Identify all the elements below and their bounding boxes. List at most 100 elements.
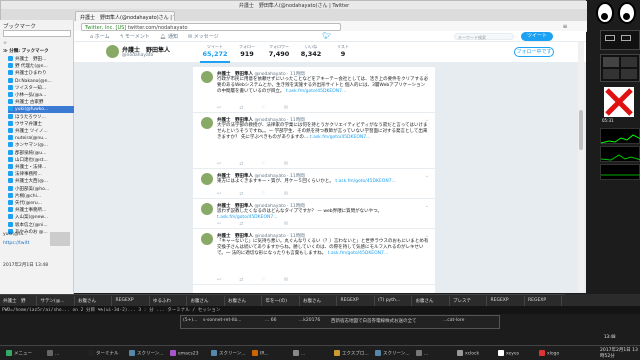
chevron-down-icon[interactable]: ⌄: [425, 117, 429, 123]
bookmark-item[interactable]: 矢代(@eru...: [8, 200, 74, 207]
terminal-tab[interactable]: ... 66: [265, 318, 276, 323]
bookmark-item[interactable]: 郡部泉純(@u...: [8, 149, 74, 157]
tweet[interactable]: 弁護士 野田隼人 @nodahayato · 11時間 思わず説教したくなるのはど…: [193, 199, 435, 229]
chevron-down-icon[interactable]: ⌄: [425, 173, 429, 179]
like-icon[interactable]: ♡: [261, 221, 265, 227]
retweet-icon[interactable]: ⇄: [239, 161, 243, 167]
tweet-button[interactable]: ツイート: [521, 32, 553, 41]
like-icon[interactable]: ♡: [261, 277, 265, 283]
scrollbar[interactable]: [578, 42, 584, 292]
taskbar-item[interactable]: ゆるふわ: [150, 296, 187, 306]
bookmark-item[interactable]: 弁護士大西(@...: [8, 178, 74, 185]
taskbar-item[interactable]: 年を一(の): [263, 296, 300, 306]
bookmark-item[interactable]: 弁護士 野田...: [8, 56, 74, 63]
taskbar-item[interactable]: ...: [45, 349, 85, 358]
taskbar-item[interactable]: xeyes: [496, 349, 536, 358]
tweet[interactable]: 弁護士 野田隼人 @nodahayato · 11時間 東方にはよくきますキー・質…: [193, 169, 435, 199]
browser-tab-active[interactable]: 弁護士 野田隼人(@nodahayato)さん | Twitter: [75, 11, 175, 21]
taskbar-item[interactable]: スクリーン...: [209, 349, 249, 358]
workspace-3[interactable]: [603, 69, 619, 79]
bookmark-item[interactable]: 片桐(@chi...: [8, 192, 74, 200]
taskbar-item[interactable]: サテン(@...: [38, 296, 75, 306]
bookmark-item[interactable]: ホンヤマン(@...: [8, 142, 74, 149]
dm-icon[interactable]: ✉: [284, 221, 288, 227]
taskbar-item[interactable]: スクリーン...: [127, 349, 167, 358]
taskbar-item[interactable]: ...: [414, 349, 454, 358]
taskbar-item[interactable]: 弁護士 野: [0, 296, 37, 306]
taskbar-item[interactable]: REGEXP: [488, 296, 525, 306]
bookmark-section[interactable]: ≫ 分類: ブックマーク: [3, 48, 69, 55]
retweet-icon[interactable]: ⇄: [239, 191, 243, 197]
taskbar-item[interactable]: REGEXP: [525, 296, 562, 306]
retweet-icon[interactable]: ⇄: [239, 221, 243, 227]
like-icon[interactable]: ♡: [261, 161, 265, 167]
taskbar-item[interactable]: お腹さん: [188, 296, 225, 306]
bookmark-toolbar-folder[interactable]: ☆: [3, 41, 69, 48]
avatar[interactable]: [201, 71, 213, 83]
avatar[interactable]: [201, 233, 213, 245]
bookmark-item[interactable]: 法律事務所...: [8, 171, 74, 178]
workspace-2[interactable]: [621, 57, 637, 67]
tweet-link[interactable]: t.ask.fm/goto/45DKEON7...: [310, 135, 371, 140]
tweet[interactable]: 弁護士 野田隼人 @nodahayato · 11時間 行政が市民に用意を依頼せず…: [193, 67, 435, 113]
title-bar[interactable]: 弁護士 野田隼人(@nodahayato)さん | Twitter: [1, 1, 587, 9]
bookmark-item[interactable]: 入山案(@new...: [8, 214, 74, 221]
workspace-1[interactable]: [603, 57, 619, 67]
chevron-down-icon[interactable]: ⌄: [425, 203, 429, 209]
bookmark-item[interactable]: 弁護士事務所...: [8, 207, 74, 214]
bookmark-item[interactable]: ツイスター知...: [8, 84, 74, 92]
avatar[interactable]: [201, 173, 213, 185]
tweet-link[interactable]: t.ask.fm/goto/45DKEON7...: [217, 215, 278, 220]
chevron-down-icon[interactable]: ⌄: [425, 233, 429, 239]
taskbar-item[interactable]: IR...: [250, 349, 290, 358]
terminal-tab[interactable]: ...k20176: [299, 318, 320, 323]
taskbar-item[interactable]: お腹さん: [225, 296, 262, 306]
stat-followers[interactable]: フォロワー 7,490: [264, 44, 294, 58]
terminal-tab[interactable]: s-sonnet-ret-lib...: [203, 318, 241, 323]
like-icon[interactable]: ♡: [261, 191, 265, 197]
url-input[interactable]: Twitter, Inc. [US] twitter.com/nodahayat…: [81, 23, 341, 31]
like-icon[interactable]: ♡: [261, 105, 265, 111]
reply-icon[interactable]: ↩: [217, 277, 221, 283]
taskbar-item[interactable]: エクスプロ...: [332, 349, 372, 358]
avatar[interactable]: [106, 45, 119, 58]
taskbar-item[interactable]: お腹さん: [300, 296, 337, 306]
retweet-icon[interactable]: ⇄: [239, 277, 243, 283]
bookmark-item[interactable]: ほうたろウソ...: [8, 113, 74, 121]
menu-icon[interactable]: ≡: [561, 23, 569, 31]
dm-icon[interactable]: ✉: [284, 161, 288, 167]
bookmark-item[interactable]: 小田部美(@ho...: [8, 185, 74, 193]
taskbar-item[interactable]: ターミナル: [86, 349, 126, 358]
taskbar-item[interactable]: REGEXP: [338, 296, 375, 306]
retweet-icon[interactable]: ⇄: [239, 105, 243, 111]
tweet[interactable]: 弁護士 野田隼人 @nodahayato · 11時間 「キャーないじ」に気持ち悪…: [193, 229, 435, 285]
taskbar-item[interactable]: お腹さん: [75, 296, 112, 306]
taskbar-item[interactable]: メニュー: [4, 349, 44, 358]
tweet[interactable]: 弁護士 野田隼人 @nodahayato · 11時間 大学の法学部の教授が、法律…: [193, 113, 435, 169]
tweet-link[interactable]: t.ask.fm/goto/45DKEON7...: [335, 179, 396, 184]
twitter-bird-icon[interactable]: 🐦︎: [322, 32, 331, 40]
nav-notifications[interactable]: 🔔︎ 通知: [160, 33, 178, 40]
bookmark-search-input[interactable]: [3, 30, 71, 37]
stat-likes[interactable]: いいね 8,342: [296, 44, 326, 58]
reply-icon[interactable]: ↩: [217, 191, 221, 197]
nav-home[interactable]: ⌂ ホーム: [90, 33, 110, 40]
workspace-4[interactable]: [621, 69, 637, 79]
taskbar-item[interactable]: emacs23: [168, 349, 208, 358]
bookmark-item[interactable]: 弁護士 ツイノ...: [8, 128, 74, 135]
bookmark-item[interactable]: 弁護士ひまわり: [8, 70, 74, 77]
dm-icon[interactable]: ✉: [284, 105, 288, 111]
stat-following[interactable]: フォロー 919: [232, 44, 262, 58]
nav-messages[interactable]: ✉ メッセージ: [188, 33, 219, 40]
taskbar-item[interactable]: お腹さん: [413, 296, 450, 306]
avatar[interactable]: [201, 117, 213, 129]
terminal-tab[interactable]: (5+)...: [183, 318, 197, 323]
window-icon[interactable]: [621, 35, 631, 41]
search-input[interactable]: キーワード検索: [454, 33, 514, 40]
reply-icon[interactable]: ↩: [217, 221, 221, 227]
taskbar-item[interactable]: xlogo: [537, 349, 577, 358]
terminal-tab[interactable]: 西新宿志地図で白首券電線株式お送の全て: [331, 318, 417, 324]
stat-tweets[interactable]: ツイート 65,272: [200, 44, 230, 63]
taskbar-item[interactable]: スクリーン...: [373, 349, 413, 358]
window-icon[interactable]: [605, 35, 615, 41]
